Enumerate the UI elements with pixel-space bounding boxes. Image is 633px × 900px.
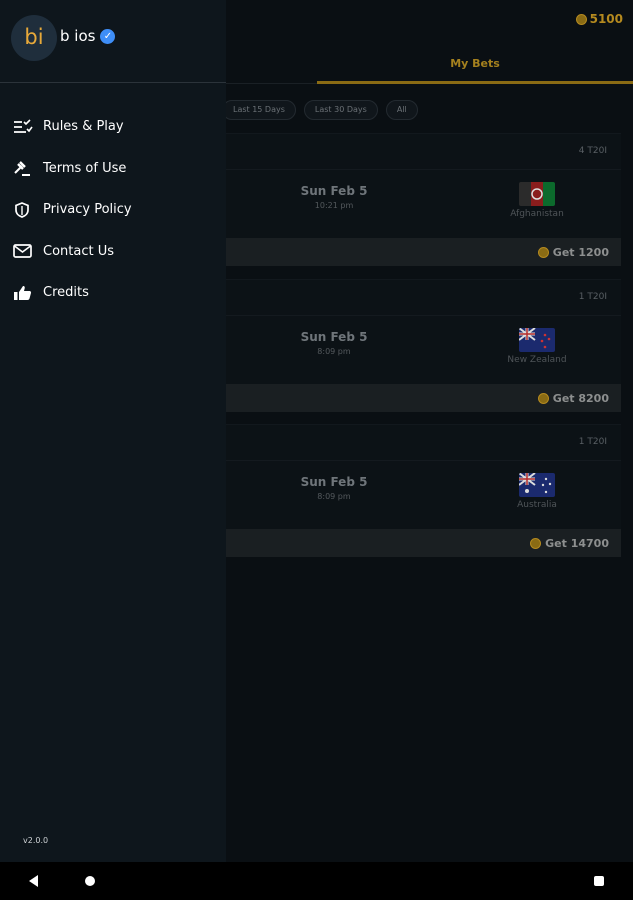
gavel-icon <box>14 161 30 177</box>
filter-last-30-days[interactable]: Last 30 Days <box>303 100 378 120</box>
menu-item-contact-us[interactable]: Contact Us <box>0 231 226 273</box>
recent-apps-icon[interactable] <box>594 876 604 886</box>
new-zealand-flag-icon <box>519 328 555 352</box>
verified-badge-icon: ✓ <box>100 28 116 44</box>
back-icon[interactable] <box>29 875 39 887</box>
payout-value: Get 8200 <box>552 391 609 405</box>
australia-flag-icon <box>519 473 555 497</box>
match-format: 1 T20I <box>226 425 621 461</box>
menu-item-label: Contact Us <box>43 243 114 259</box>
match-time: 10:21 pm <box>314 201 354 210</box>
payout-value: Get 1200 <box>552 245 609 259</box>
coin-icon <box>530 537 542 549</box>
match-time: 8:09 pm <box>317 492 351 501</box>
match-format: 1 T20I <box>226 280 621 316</box>
drawer-header: bi b ios ✓ <box>0 0 226 83</box>
menu-item-privacy-policy[interactable]: Privacy Policy <box>0 189 226 231</box>
team-name: Afghanistan <box>510 209 564 219</box>
menu-item-label: Rules & Play <box>43 119 124 135</box>
match-date: Sun Feb 5 <box>300 475 368 489</box>
menu-item-label: Privacy Policy <box>43 202 132 218</box>
user-name-row: b ios ✓ <box>60 27 116 45</box>
match-date: Sun Feb 5 <box>300 330 368 344</box>
shield-icon <box>15 201 29 218</box>
coin-balance: 5100 <box>575 12 623 26</box>
checklist-icon <box>14 119 33 133</box>
coin-balance-value: 5100 <box>589 12 623 26</box>
payout: Get 14700 <box>226 529 621 557</box>
bet-card[interactable]: 4 T20I Sun Feb 5 10:21 pm Afghanistan Ge… <box>226 133 621 266</box>
filter-all[interactable]: All <box>385 100 418 120</box>
drawer-menu: Rules & Play Terms of Use Privacy Policy <box>0 106 226 314</box>
menu-item-credits[interactable]: Credits <box>0 272 226 314</box>
username: b ios <box>60 27 96 45</box>
bet-card[interactable]: 1 T20I Sun Feb 5 8:09 pm Australia Get 1… <box>226 424 621 557</box>
home-icon[interactable] <box>85 876 95 886</box>
match-date: Sun Feb 5 <box>300 184 368 198</box>
avatar[interactable]: bi <box>11 15 57 61</box>
navigation-drawer: bi b ios ✓ Rules & Play Terms of Use Pri… <box>0 0 226 862</box>
match-format: 4 T20I <box>226 134 621 170</box>
bet-card[interactable]: 1 T20I Sun Feb 5 8:09 pm New Zealand Get… <box>226 279 621 412</box>
payout: Get 8200 <box>226 384 621 412</box>
screen: 5100 My Bets Last 15 Days Last 30 Days A… <box>0 0 633 900</box>
payout-value: Get 14700 <box>545 536 609 550</box>
date-filters: Last 15 Days Last 30 Days All <box>222 100 418 120</box>
afghanistan-flag-icon <box>519 182 555 206</box>
team-name: Australia <box>517 500 557 510</box>
mail-icon <box>13 244 32 259</box>
coin-icon <box>537 246 549 258</box>
system-navigation-bar <box>0 862 633 900</box>
match-time: 8:09 pm <box>317 347 351 356</box>
team-name: New Zealand <box>507 355 567 365</box>
menu-item-terms-of-use[interactable]: Terms of Use <box>0 148 226 190</box>
coin-icon <box>575 13 587 25</box>
payout: Get 1200 <box>226 238 621 266</box>
menu-item-label: Credits <box>43 285 89 301</box>
tab-my-bets[interactable]: My Bets <box>317 48 633 84</box>
menu-item-rules-play[interactable]: Rules & Play <box>0 106 226 148</box>
app-version: v2.0.0 <box>23 836 49 845</box>
thumbs-up-icon <box>14 285 32 300</box>
menu-item-label: Terms of Use <box>43 160 127 176</box>
coin-icon <box>537 392 549 404</box>
filter-last-15-days[interactable]: Last 15 Days <box>222 100 296 120</box>
